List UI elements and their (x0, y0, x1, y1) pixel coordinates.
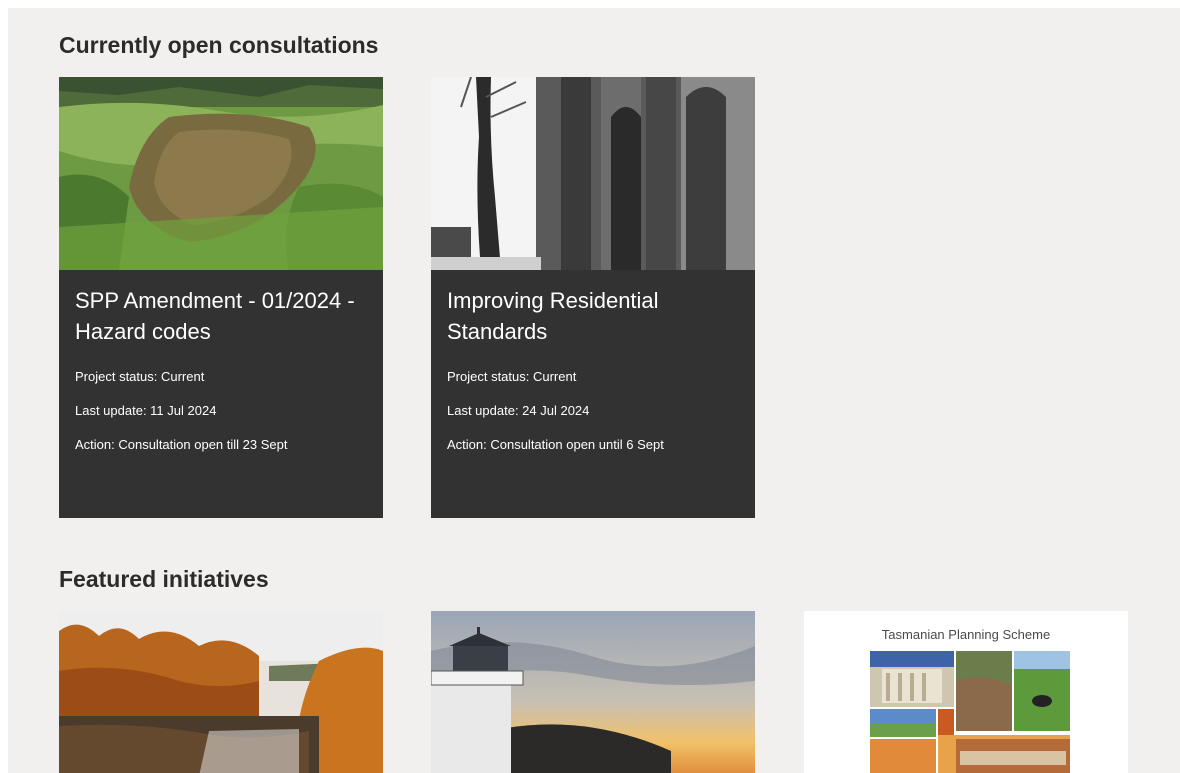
content-panel: Currently open consultations SPP Amendme… (8, 8, 1180, 773)
consultation-card-residential-standards[interactable]: Improving Residential Standards Project … (431, 77, 755, 518)
consultations-heading: Currently open consultations (59, 32, 379, 58)
city-street-image (431, 77, 755, 270)
action-text: Action: Consultation open till 23 Sept (75, 437, 288, 452)
card-title[interactable]: SPP Amendment - 01/2024 - Hazard codes (75, 285, 367, 347)
project-status: Project status: Current (447, 369, 577, 384)
initiative-card-planning-scheme[interactable]: Tasmanian Planning Scheme (804, 611, 1128, 773)
card-title[interactable]: Improving Residential Standards (447, 285, 739, 347)
consultation-card-hazard-codes[interactable]: SPP Amendment - 01/2024 - Hazard codes P… (59, 77, 383, 518)
aerial-hillside-image (59, 77, 383, 270)
action-text: Action: Consultation open until 6 Sept (447, 437, 664, 452)
initiatives-heading: Featured initiatives (59, 566, 269, 592)
initiative-card-lighthouse[interactable] (431, 611, 755, 773)
autumn-river-image (59, 611, 383, 773)
project-status: Project status: Current (75, 369, 205, 384)
scheme-title: Tasmanian Planning Scheme (881, 627, 1051, 642)
initiative-card-autumn-river[interactable] (59, 611, 383, 773)
lighthouse-sunset-image (431, 611, 755, 773)
last-update: Last update: 24 Jul 2024 (447, 403, 590, 418)
last-update: Last update: 11 Jul 2024 (75, 403, 217, 418)
